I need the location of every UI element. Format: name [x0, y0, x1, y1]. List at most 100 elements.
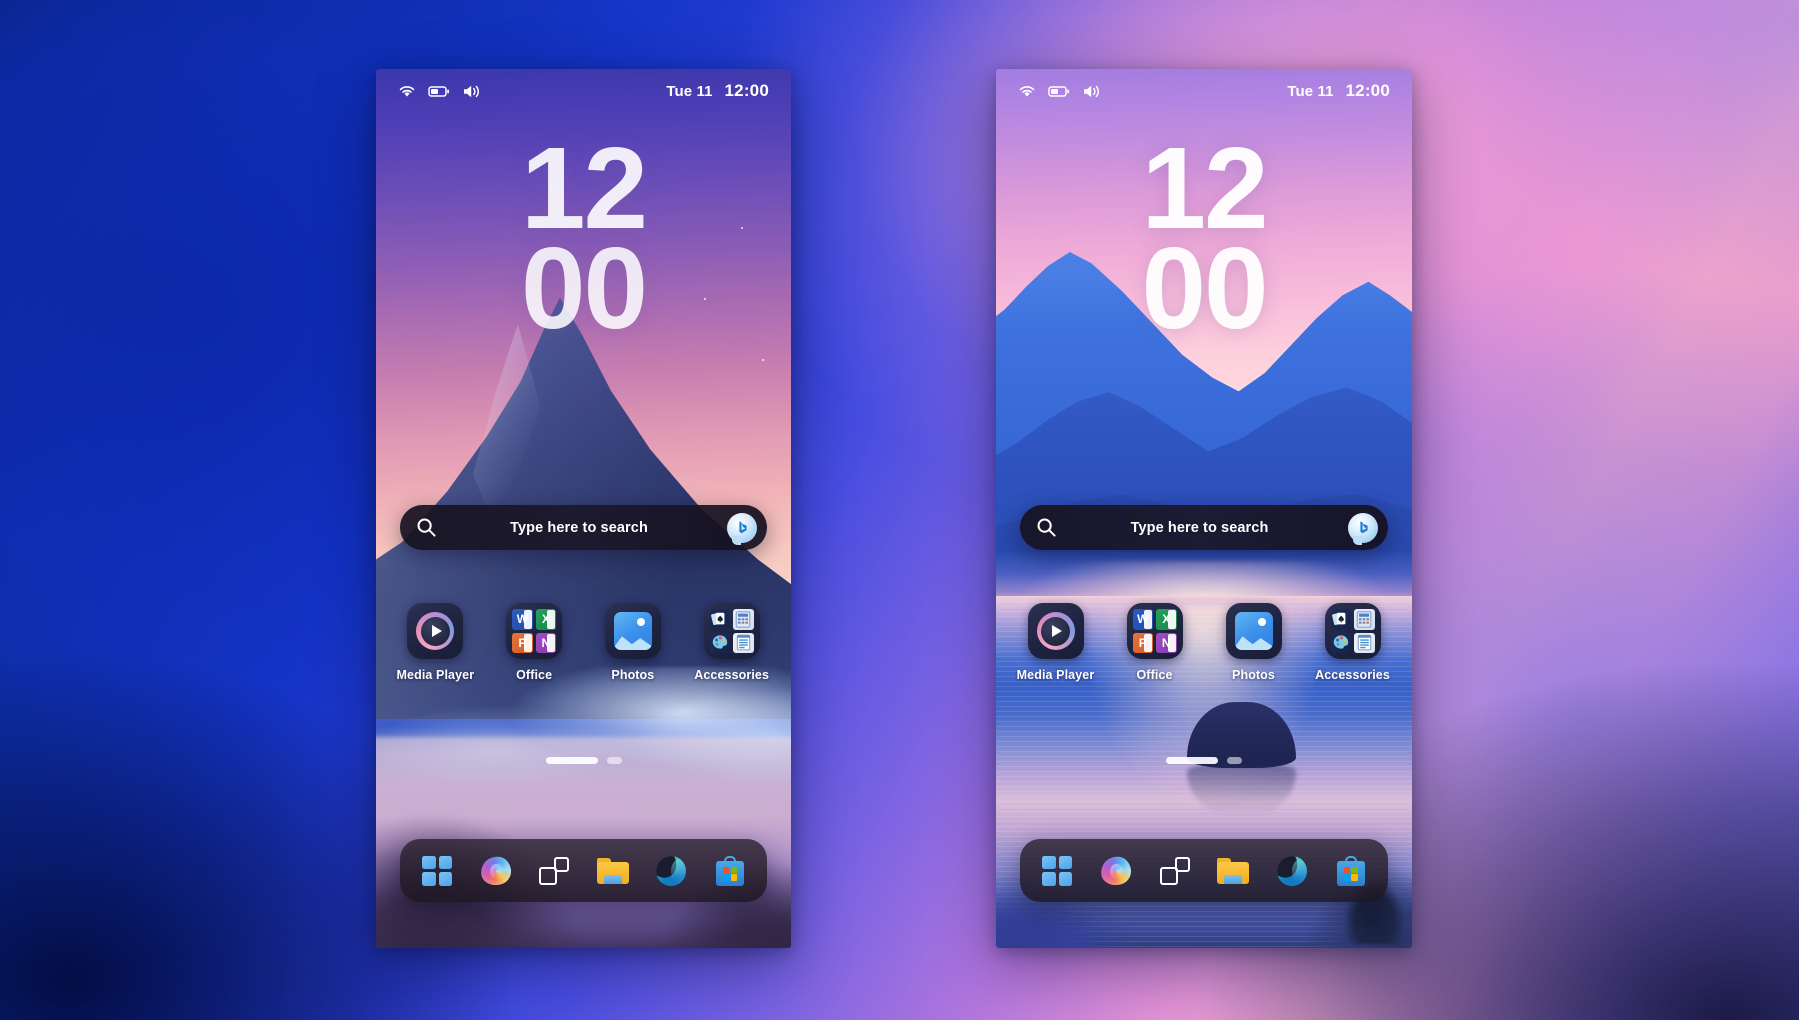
app-office-folder[interactable]: W X P N Office [1111, 603, 1199, 682]
photos-image-glyph [613, 612, 652, 650]
word-page [1144, 610, 1152, 629]
phone-mockup-left: Tue 11 12:00 12 00 Type here to search M… [376, 69, 791, 948]
edge-icon[interactable] [654, 854, 688, 888]
app-photos[interactable]: Photos [1210, 603, 1298, 682]
accessories-folder-icon[interactable] [703, 603, 760, 659]
status-bar: Tue 11 12:00 [996, 69, 1412, 113]
search-input-placeholder[interactable]: Type here to search [431, 520, 727, 536]
excel-page [1167, 610, 1176, 629]
powerpoint-page [1144, 633, 1152, 652]
copilot-icon[interactable] [478, 854, 513, 888]
microsoft-store-icon[interactable] [713, 854, 747, 888]
photos-icon[interactable] [604, 603, 661, 659]
search-bar[interactable]: Type here to search [400, 505, 767, 550]
search-input-placeholder[interactable]: Type here to search [1051, 520, 1348, 536]
app-grid: Media Player W X P N Office Photos Acces… [1006, 603, 1402, 682]
word-icon: W [512, 609, 533, 630]
notepad-icon [733, 632, 754, 653]
powerpoint-icon: P [1132, 632, 1153, 653]
app-grid: Media Player W X P N Office Photos Acces… [386, 603, 781, 682]
excel-page [547, 610, 556, 629]
calculator-icon [1354, 609, 1375, 630]
desktop-background [0, 0, 1799, 1020]
folder-icon-grid: W X P N [512, 609, 557, 653]
notepad-icon [1354, 632, 1375, 653]
folder-icon-grid: W X P N [1132, 609, 1177, 653]
volume-icon [1084, 85, 1099, 97]
edge-icon[interactable] [1275, 854, 1309, 888]
photos-icon[interactable] [1225, 603, 1282, 659]
phone-screen-left: Tue 11 12:00 12 00 Type here to search M… [376, 69, 791, 948]
media-player-icon[interactable] [1027, 603, 1084, 659]
media-player-ring [1036, 612, 1075, 650]
task-view-icon[interactable] [1158, 854, 1192, 888]
app-label: Photos [1232, 668, 1275, 682]
page-dot-inactive[interactable] [1227, 757, 1242, 764]
status-bar-left-icons [398, 84, 481, 99]
search-bar[interactable]: Type here to search [1020, 505, 1388, 550]
status-bar-date: Tue 11 [666, 83, 713, 100]
status-bar-time: 12:00 [1345, 81, 1390, 100]
app-accessories-folder[interactable]: Accessories [1309, 603, 1397, 682]
microsoft-store-icon[interactable] [1334, 854, 1368, 888]
windows-start-icon[interactable] [1040, 854, 1074, 888]
play-icon [431, 625, 442, 637]
app-media-player[interactable]: Media Player [1012, 603, 1100, 682]
taskbar-dock [1020, 839, 1388, 902]
background-vignette-bottom-right [0, 0, 1799, 1020]
onenote-page [547, 633, 556, 652]
page-dot-active[interactable] [1166, 757, 1218, 764]
windows-start-icon[interactable] [420, 854, 454, 888]
accessories-folder-icon[interactable] [1324, 603, 1381, 659]
phone-screen-right: Tue 11 12:00 12 00 Type here to search M… [996, 69, 1412, 948]
volume-icon [464, 85, 479, 97]
task-view-icon[interactable] [537, 854, 571, 888]
folder-icon-grid [709, 609, 754, 653]
page-indicator[interactable] [376, 757, 791, 764]
onenote-icon: N [535, 632, 557, 653]
powerpoint-icon: P [512, 632, 533, 653]
app-office-folder[interactable]: W X P N Office [490, 603, 578, 682]
word-page [523, 610, 532, 629]
onenote-page [1167, 633, 1176, 652]
media-player-icon[interactable] [407, 603, 464, 659]
onenote-icon: N [1156, 632, 1177, 653]
office-folder-icon[interactable]: W X P N [506, 603, 563, 659]
play-icon [1052, 625, 1062, 637]
page-dot-active[interactable] [545, 757, 598, 764]
folder-icon-grid [1330, 609, 1375, 653]
page-dot-inactive[interactable] [606, 757, 622, 764]
battery-icon [428, 86, 450, 97]
page-indicator[interactable] [996, 757, 1412, 764]
file-explorer-icon[interactable] [1216, 854, 1250, 888]
office-folder-icon[interactable]: W X P N [1126, 603, 1183, 659]
solitaire-icon [1330, 609, 1351, 630]
app-label: Accessories [694, 668, 769, 682]
app-label: Office [516, 668, 553, 682]
file-explorer-icon[interactable] [596, 854, 630, 888]
app-media-player[interactable]: Media Player [391, 603, 479, 682]
app-label: Office [1136, 668, 1173, 682]
app-label: Photos [611, 668, 655, 682]
photos-sun [1257, 618, 1266, 626]
wifi-icon [399, 86, 415, 97]
copilot-icon[interactable] [1099, 854, 1133, 888]
photos-mountain [613, 636, 652, 650]
status-bar-date: Tue 11 [1287, 83, 1334, 100]
copilot-bing-icon[interactable] [727, 512, 757, 545]
phone-mockup-right: Tue 11 12:00 12 00 Type here to search M… [996, 69, 1412, 948]
app-label: Accessories [1315, 668, 1390, 682]
photos-image-glyph [1234, 612, 1273, 650]
media-player-inner [420, 616, 450, 646]
wallpaper-star [703, 297, 706, 300]
media-player-inner [1041, 616, 1070, 646]
battery-icon [1048, 86, 1070, 97]
app-photos[interactable]: Photos [589, 603, 677, 682]
copilot-bing-icon[interactable] [1348, 512, 1378, 545]
photos-sun [636, 618, 645, 626]
status-bar-time: 12:00 [724, 81, 769, 100]
status-bar-left-icons [1018, 84, 1101, 99]
app-accessories-folder[interactable]: Accessories [688, 603, 776, 682]
excel-icon: X [1156, 609, 1177, 630]
paint-icon [1330, 632, 1351, 653]
